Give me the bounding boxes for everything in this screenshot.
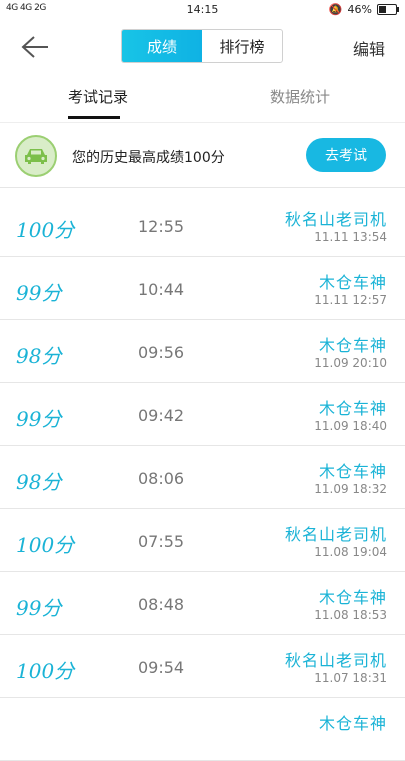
record-name: 木仓车神 [318,336,387,355]
record-name: 木仓车神 [318,714,387,733]
record-row[interactable]: 99分 08:48 木仓车神 11.08 18:53 [0,572,405,635]
record-name: 木仓车神 [318,273,387,292]
record-score: 100分 [16,218,75,242]
record-row[interactable]: 100分 09:54 秋名山老司机 11.07 18:31 [0,635,405,698]
record-name: 秋名山老司机 [284,210,387,229]
segment-control: 成绩 排行榜 [121,29,283,63]
record-score: 99分 [16,596,62,620]
car-icon [15,135,57,177]
record-duration: 09:56 [138,343,185,362]
status-bar: 4G 4G 2G 14:15 🔕 46% [0,0,405,20]
record-name: 木仓车神 [318,399,387,418]
sub-tabs: 考试记录 数据统计 [0,80,405,122]
record-row[interactable]: 99分 10:44 木仓车神 11.11 12:57 [0,257,405,320]
top-nav: 成绩 排行榜 编辑 [0,22,405,72]
record-date: 11.11 12:57 [314,293,387,307]
record-score: 99分 [16,407,62,431]
back-arrow-icon[interactable] [20,34,50,60]
record-duration: 09:54 [138,658,185,677]
record-duration: 07:55 [138,532,185,551]
record-score: 99分 [16,281,62,305]
tab-ranking[interactable]: 排行榜 [202,30,282,62]
record-date: 11.11 13:54 [314,230,387,244]
record-score: 100分 [16,659,75,683]
record-row[interactable]: 98分 08:06 木仓车神 11.09 18:32 [0,446,405,509]
record-date: 11.08 19:04 [314,545,387,559]
battery-percent: 46% [347,3,372,16]
record-score: 100分 [16,533,75,557]
record-row[interactable]: 99分 09:42 木仓车神 11.09 18:40 [0,383,405,446]
record-duration: 08:48 [138,595,185,614]
exam-record-list: 100分 12:55 秋名山老司机 11.11 13:54 99分 10:44 木仓车神 11… [0,194,405,761]
battery-icon [377,4,399,15]
record-row[interactable]: 木仓车神 [0,698,405,761]
record-score: 98分 [16,470,62,494]
record-name: 秋名山老司机 [284,651,387,670]
record-score: 98分 [16,344,62,368]
record-name: 木仓车神 [318,588,387,607]
edit-button[interactable]: 编辑 [353,36,385,60]
tab-exam-records[interactable]: 考试记录 [68,86,128,107]
record-date: 11.09 20:10 [314,356,387,370]
tab-score[interactable]: 成绩 [122,30,202,62]
record-duration: 09:42 [138,406,185,425]
best-score-banner: 您的历史最高成绩100分 去考试 [0,122,405,188]
record-duration: 10:44 [138,280,185,299]
record-date: 11.09 18:32 [314,482,387,496]
status-right: 🔕 46% [328,3,399,16]
record-duration: 12:55 [138,217,185,236]
tab-data-stats[interactable]: 数据统计 [270,86,330,107]
take-exam-button[interactable]: 去考试 [306,138,386,172]
record-date: 11.08 18:53 [314,608,387,622]
record-row[interactable]: 100分 12:55 秋名山老司机 11.11 13:54 [0,194,405,257]
record-row[interactable]: 98分 09:56 木仓车神 11.09 20:10 [0,320,405,383]
record-date: 11.07 18:31 [314,671,387,685]
record-duration: 08:06 [138,469,185,488]
record-date: 11.09 18:40 [314,419,387,433]
best-score-text: 您的历史最高成绩100分 [72,150,225,166]
mute-icon: 🔕 [328,3,343,16]
record-name: 木仓车神 [318,462,387,481]
active-tab-indicator [68,116,120,119]
record-row[interactable]: 100分 07:55 秋名山老司机 11.08 19:04 [0,509,405,572]
record-name: 秋名山老司机 [284,525,387,544]
